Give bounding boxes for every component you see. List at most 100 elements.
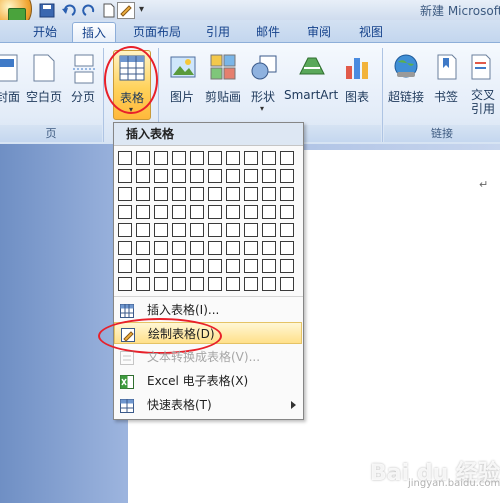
grid-cell[interactable] <box>118 223 132 237</box>
chart-button[interactable]: 图表 <box>340 50 374 120</box>
menu-item-quick-tables[interactable]: 快速表格(T) <box>114 394 302 416</box>
grid-cell[interactable] <box>244 241 258 255</box>
save-icon[interactable] <box>38 2 56 19</box>
grid-cell[interactable] <box>262 277 276 291</box>
bookmark-button[interactable]: 书签 <box>430 50 462 120</box>
tab-review[interactable]: 审阅 <box>298 22 340 42</box>
grid-cell[interactable] <box>208 205 222 219</box>
smartart-button[interactable]: SmartArt <box>284 50 338 120</box>
grid-cell[interactable] <box>262 169 276 183</box>
grid-cell[interactable] <box>136 277 150 291</box>
grid-cell[interactable] <box>262 151 276 165</box>
grid-cell[interactable] <box>280 259 294 273</box>
grid-cell[interactable] <box>280 205 294 219</box>
customize-icon[interactable] <box>117 2 135 19</box>
grid-cell[interactable] <box>118 259 132 273</box>
grid-cell[interactable] <box>208 259 222 273</box>
grid-cell[interactable] <box>226 151 240 165</box>
grid-cell[interactable] <box>226 277 240 291</box>
grid-cell[interactable] <box>172 205 186 219</box>
table-grid-picker[interactable] <box>118 151 300 291</box>
grid-cell[interactable] <box>190 169 204 183</box>
tab-references[interactable]: 引用 <box>198 22 238 42</box>
grid-cell[interactable] <box>136 169 150 183</box>
grid-cell[interactable] <box>208 277 222 291</box>
menu-item-excel-spreadsheet[interactable]: Excel 电子表格(X) <box>114 370 302 392</box>
grid-cell[interactable] <box>190 187 204 201</box>
tab-home[interactable]: 开始 <box>26 22 64 42</box>
grid-cell[interactable] <box>118 187 132 201</box>
grid-cell[interactable] <box>208 241 222 255</box>
grid-cell[interactable] <box>226 259 240 273</box>
page-break-button[interactable]: 分页 <box>66 50 100 120</box>
grid-cell[interactable] <box>118 205 132 219</box>
grid-cell[interactable] <box>136 205 150 219</box>
grid-cell[interactable] <box>154 259 168 273</box>
qat-dropdown-icon[interactable]: ▾ <box>139 4 144 15</box>
grid-cell[interactable] <box>208 223 222 237</box>
grid-cell[interactable] <box>118 151 132 165</box>
grid-cell[interactable] <box>154 241 168 255</box>
grid-cell[interactable] <box>226 169 240 183</box>
grid-cell[interactable] <box>190 205 204 219</box>
tab-insert[interactable]: 插入 <box>72 22 116 43</box>
grid-cell[interactable] <box>136 241 150 255</box>
grid-cell[interactable] <box>118 277 132 291</box>
grid-cell[interactable] <box>154 223 168 237</box>
shapes-button[interactable]: 形状 ▾ <box>246 50 280 120</box>
grid-cell[interactable] <box>136 151 150 165</box>
grid-cell[interactable] <box>154 205 168 219</box>
tab-page-layout[interactable]: 页面布局 <box>124 22 190 42</box>
grid-cell[interactable] <box>208 151 222 165</box>
grid-cell[interactable] <box>280 277 294 291</box>
grid-cell[interactable] <box>208 169 222 183</box>
grid-cell[interactable] <box>244 205 258 219</box>
grid-cell[interactable] <box>262 223 276 237</box>
grid-cell[interactable] <box>226 241 240 255</box>
clipart-button[interactable]: 剪贴画 <box>202 50 244 120</box>
grid-cell[interactable] <box>280 169 294 183</box>
grid-cell[interactable] <box>172 151 186 165</box>
grid-cell[interactable] <box>226 223 240 237</box>
grid-cell[interactable] <box>262 259 276 273</box>
grid-cell[interactable] <box>172 277 186 291</box>
blank-page-button[interactable]: 空白页 <box>24 50 64 120</box>
grid-cell[interactable] <box>244 259 258 273</box>
grid-cell[interactable] <box>190 223 204 237</box>
grid-cell[interactable] <box>172 259 186 273</box>
grid-cell[interactable] <box>118 241 132 255</box>
grid-cell[interactable] <box>154 187 168 201</box>
tab-mailings[interactable]: 邮件 <box>248 22 288 42</box>
new-document-icon[interactable] <box>100 2 118 19</box>
grid-cell[interactable] <box>280 151 294 165</box>
grid-cell[interactable] <box>208 187 222 201</box>
tab-view[interactable]: 视图 <box>350 22 392 42</box>
grid-cell[interactable] <box>244 223 258 237</box>
grid-cell[interactable] <box>172 223 186 237</box>
grid-cell[interactable] <box>172 169 186 183</box>
hyperlink-button[interactable]: 超链接 <box>386 50 426 120</box>
cross-reference-button[interactable]: 交叉引用 <box>466 50 500 120</box>
grid-cell[interactable] <box>136 259 150 273</box>
grid-cell[interactable] <box>190 151 204 165</box>
grid-cell[interactable] <box>244 151 258 165</box>
grid-cell[interactable] <box>244 169 258 183</box>
grid-cell[interactable] <box>154 169 168 183</box>
grid-cell[interactable] <box>226 187 240 201</box>
grid-cell[interactable] <box>190 259 204 273</box>
grid-cell[interactable] <box>154 277 168 291</box>
grid-cell[interactable] <box>118 169 132 183</box>
grid-cell[interactable] <box>262 241 276 255</box>
picture-button[interactable]: 图片 <box>164 50 200 120</box>
grid-cell[interactable] <box>136 187 150 201</box>
grid-cell[interactable] <box>172 241 186 255</box>
grid-cell[interactable] <box>280 223 294 237</box>
grid-cell[interactable] <box>172 187 186 201</box>
grid-cell[interactable] <box>154 151 168 165</box>
grid-cell[interactable] <box>262 187 276 201</box>
grid-cell[interactable] <box>244 187 258 201</box>
undo-icon[interactable] <box>60 2 78 19</box>
grid-cell[interactable] <box>280 241 294 255</box>
grid-cell[interactable] <box>262 205 276 219</box>
grid-cell[interactable] <box>190 241 204 255</box>
